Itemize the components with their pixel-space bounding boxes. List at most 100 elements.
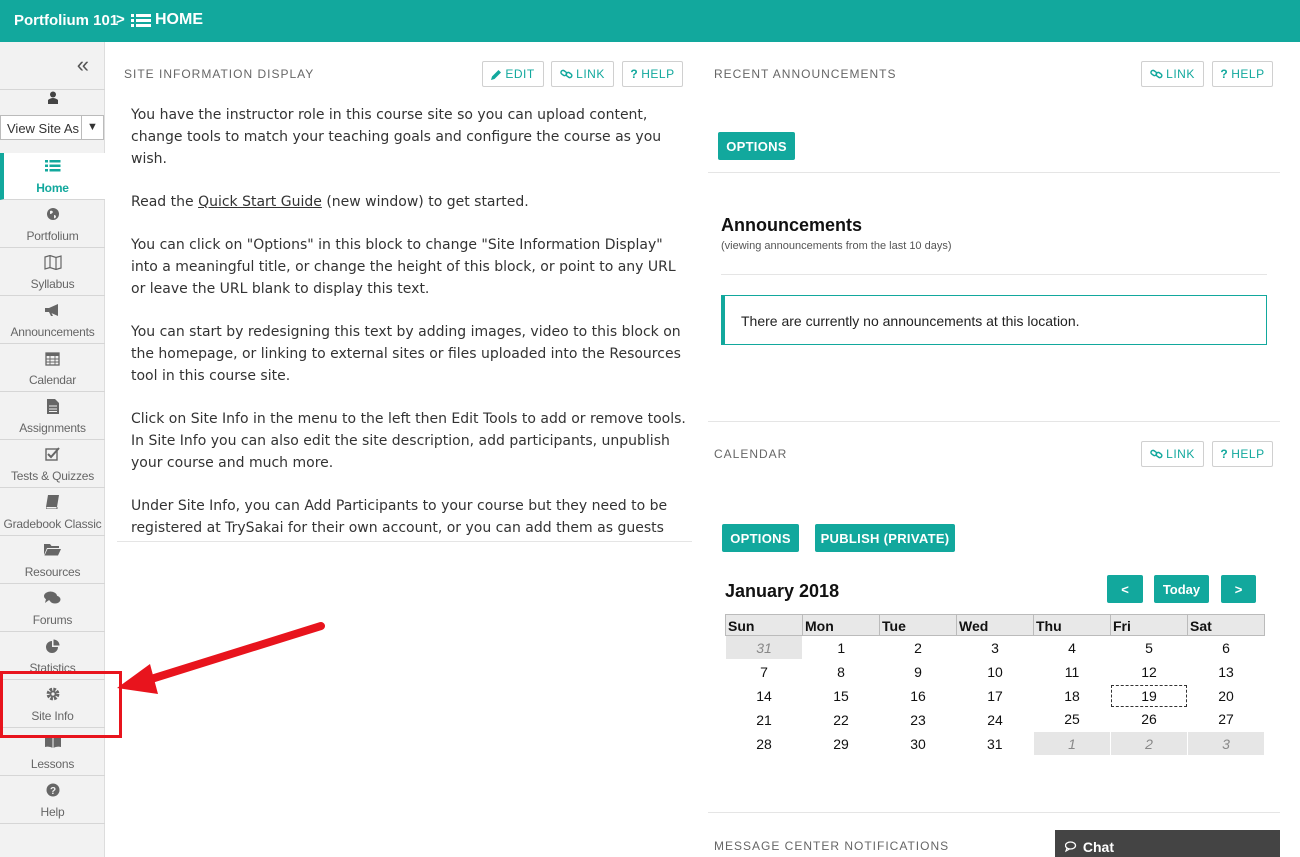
calendar-day[interactable]: 2: [880, 636, 957, 660]
calendar-day[interactable]: 14: [726, 684, 803, 708]
sidebar-item-home[interactable]: Home: [0, 153, 105, 200]
announcements-options-button[interactable]: OPTIONS: [718, 132, 795, 160]
edit-button[interactable]: EDIT: [482, 61, 544, 87]
calendar-day-other-month[interactable]: 31: [725, 635, 803, 660]
sidebar-item-portfolium[interactable]: Portfolium: [0, 201, 105, 248]
svg-text:?: ?: [49, 786, 55, 797]
calendar-day-other-month[interactable]: 1: [1033, 731, 1111, 756]
link-label: LINK: [1166, 67, 1195, 81]
sidebar-item-label: Lessons: [30, 757, 75, 771]
sidebar-item-label: Tests & Quizzes: [10, 469, 95, 483]
sidebar-item-announcements[interactable]: Announcements: [0, 297, 105, 344]
site-info-help-button[interactable]: ? HELP: [622, 61, 683, 87]
page-title: HOME: [131, 11, 203, 29]
breadcrumb-separator: >: [116, 11, 125, 28]
calendar-link-button[interactable]: LINK: [1141, 441, 1204, 467]
calendar-day[interactable]: 1: [803, 636, 880, 660]
folder-icon: [0, 543, 105, 561]
calendar-day-today[interactable]: 19: [1111, 684, 1188, 708]
double-chevron-left-icon: «: [76, 52, 89, 77]
info-paragraph: You have the instructor role in this cou…: [131, 107, 662, 167]
calendar-grid: Sun Mon Tue Wed Thu Fri Sat 31 1 2 3 4 5…: [725, 614, 1265, 756]
info-paragraph: You can click on "Options" in this block…: [131, 237, 676, 297]
calendar-day[interactable]: 25: [1034, 708, 1111, 732]
sidebar-item-forums[interactable]: Forums: [0, 585, 105, 632]
calendar-day[interactable]: 12: [1111, 660, 1188, 684]
calendar-week-row: 21 22 23 24 25 26 27: [726, 708, 1265, 732]
calendar-day[interactable]: 31: [957, 732, 1034, 756]
calendar-day[interactable]: 10: [957, 660, 1034, 684]
calendar-day[interactable]: 9: [880, 660, 957, 684]
today-button[interactable]: Today: [1154, 575, 1209, 603]
day-header: Wed: [956, 614, 1034, 636]
calendar-day[interactable]: 13: [1188, 660, 1265, 684]
previous-month-button[interactable]: <: [1107, 575, 1143, 603]
chat-button[interactable]: Chat: [1055, 830, 1280, 857]
calendar-section-title: CALENDAR: [714, 447, 788, 461]
calendar-week-row: 7 8 9 10 11 12 13: [726, 660, 1265, 684]
calendar-day[interactable]: 6: [1188, 636, 1265, 660]
divider: [117, 541, 692, 542]
publish-private-button[interactable]: PUBLISH (PRIVATE): [815, 524, 955, 552]
sidebar-item-label: Announcements: [10, 325, 95, 339]
collapse-sidebar-button[interactable]: «: [0, 42, 105, 90]
announcements-link-button[interactable]: LINK: [1141, 61, 1204, 87]
sidebar-item-tests-quizzes[interactable]: Tests & Quizzes: [0, 441, 105, 488]
dropdown-caret-icon[interactable]: ▼: [81, 116, 103, 139]
calendar-day[interactable]: 27: [1188, 708, 1265, 732]
help-label: HELP: [1231, 67, 1265, 81]
calendar-day[interactable]: 3: [957, 636, 1034, 660]
calendar-day[interactable]: 11: [1034, 660, 1111, 684]
view-site-as-select[interactable]: View Site As ▼: [0, 115, 104, 140]
calendar-day[interactable]: 7: [726, 660, 803, 684]
question-icon: ?: [0, 783, 105, 801]
divider: [708, 172, 1280, 173]
calendar-day[interactable]: 20: [1188, 684, 1265, 708]
calendar-day[interactable]: 17: [957, 684, 1034, 708]
info-paragraph: Click on Site Info in the menu to the le…: [131, 411, 686, 471]
calendar-day[interactable]: 30: [880, 732, 957, 756]
divider: [708, 421, 1280, 422]
calendar-day[interactable]: 29: [803, 732, 880, 756]
sidebar-item-help[interactable]: ? Help: [0, 777, 105, 824]
calendar-day[interactable]: 21: [726, 708, 803, 732]
edit-label: EDIT: [505, 67, 535, 81]
calendar-day[interactable]: 16: [880, 684, 957, 708]
sidebar-item-assignments[interactable]: Assignments: [0, 393, 105, 440]
calendar-day[interactable]: 8: [803, 660, 880, 684]
announcements-subtitle: (viewing announcements from the last 10 …: [721, 240, 952, 252]
pencil-icon: [491, 69, 502, 80]
sidebar-item-syllabus[interactable]: Syllabus: [0, 249, 105, 296]
calendar-day-other-month[interactable]: 3: [1187, 731, 1265, 756]
sidebar-item-gradebook[interactable]: Gradebook Classic: [0, 489, 105, 536]
divider: [708, 812, 1280, 813]
calendar-icon: [0, 351, 105, 369]
calendar-day[interactable]: 24: [957, 708, 1034, 732]
site-title[interactable]: Portfolium 101: [14, 12, 118, 29]
link-label: LINK: [1166, 447, 1195, 461]
quick-start-guide-link[interactable]: Quick Start Guide: [198, 194, 322, 210]
calendar-day[interactable]: 4: [1034, 636, 1111, 660]
calendar-day[interactable]: 23: [880, 708, 957, 732]
page-title-text: HOME: [155, 11, 203, 28]
calendar-options-button[interactable]: OPTIONS: [722, 524, 799, 552]
calendar-help-button[interactable]: ? HELP: [1212, 441, 1273, 467]
sidebar-item-calendar[interactable]: Calendar: [0, 345, 105, 392]
day-header: Fri: [1110, 614, 1188, 636]
calendar-day-other-month[interactable]: 2: [1110, 731, 1188, 756]
sidebar-item-resources[interactable]: Resources: [0, 537, 105, 584]
calendar-day[interactable]: 15: [803, 684, 880, 708]
link-icon: [1150, 69, 1163, 79]
day-header: Tue: [879, 614, 957, 636]
announcements-help-button[interactable]: ? HELP: [1212, 61, 1273, 87]
calendar-day[interactable]: 18: [1034, 684, 1111, 708]
calendar-day[interactable]: 28: [726, 732, 803, 756]
calendar-day[interactable]: 5: [1111, 636, 1188, 660]
user-role-icon: [0, 91, 105, 111]
calendar-day[interactable]: 22: [803, 708, 880, 732]
view-site-as-value: View Site As: [7, 121, 79, 136]
next-month-button[interactable]: >: [1221, 575, 1256, 603]
question-icon: ?: [1220, 447, 1229, 461]
calendar-day[interactable]: 26: [1111, 708, 1188, 732]
site-info-link-button[interactable]: LINK: [551, 61, 614, 87]
